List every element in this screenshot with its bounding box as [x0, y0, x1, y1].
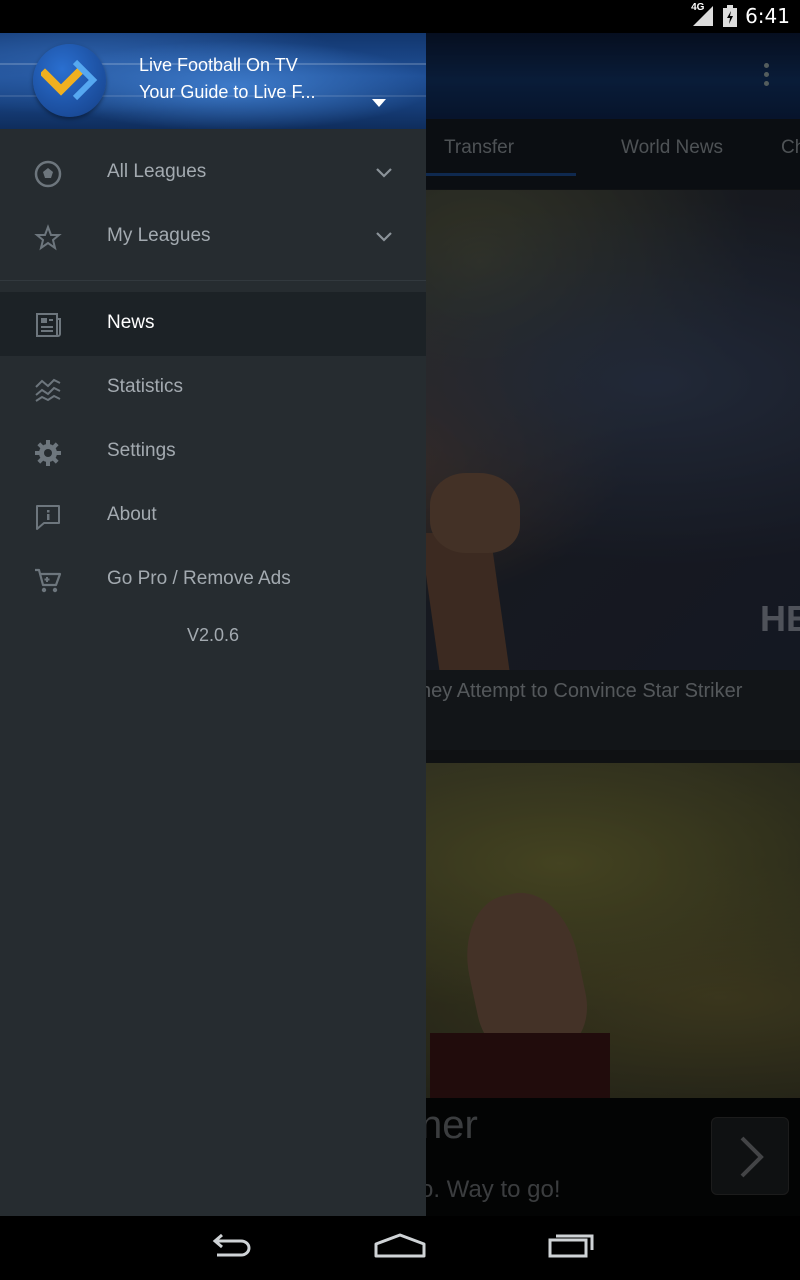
- drawer-item-label: My Leagues: [107, 225, 211, 246]
- app-name: Live Football On TV: [139, 55, 298, 75]
- back-icon: [212, 1233, 251, 1257]
- navigation-drawer: Live Football On TV Your Guide to Live F…: [0, 33, 426, 1216]
- drawer-item-label: Settings: [107, 440, 176, 461]
- back-button[interactable]: [200, 1228, 260, 1268]
- info-icon: [36, 505, 60, 530]
- recents-button[interactable]: [540, 1228, 600, 1268]
- drawer-item-news[interactable]: News: [0, 292, 426, 356]
- system-nav-bar: [0, 1216, 800, 1280]
- home-icon: [374, 1233, 426, 1258]
- drawer-item-label: Statistics: [107, 376, 184, 397]
- drawer-item-settings[interactable]: Settings: [0, 420, 426, 484]
- chevron-down-icon[interactable]: [374, 163, 394, 183]
- recents-icon: [548, 1234, 594, 1258]
- drawer-item-all-leagues[interactable]: All Leagues: [0, 141, 426, 205]
- drawer-item-go-pro[interactable]: Go Pro / Remove Ads: [0, 548, 426, 612]
- gear-icon: [35, 440, 61, 466]
- clock: 6:41: [745, 4, 790, 28]
- cart-icon: [35, 568, 62, 593]
- dropdown-arrow-icon[interactable]: [372, 99, 386, 107]
- divider: [0, 280, 426, 281]
- chevron-down-icon[interactable]: [374, 227, 394, 247]
- drawer-item-statistics[interactable]: Statistics: [0, 356, 426, 420]
- newspaper-icon: [36, 313, 61, 337]
- status-bar: 4G 6:41: [0, 0, 800, 33]
- drawer-item-label: Go Pro / Remove Ads: [107, 568, 291, 589]
- star-icon: [34, 224, 62, 251]
- drawer-item-about[interactable]: About: [0, 484, 426, 548]
- app-subtitle: Your Guide to Live F...: [139, 82, 316, 102]
- app-logo: [33, 44, 106, 117]
- drawer-item-label: About: [107, 504, 157, 525]
- drawer-item-my-leagues[interactable]: My Leagues: [0, 205, 426, 269]
- drawer-header[interactable]: Live Football On TV Your Guide to Live F…: [0, 33, 426, 129]
- home-button[interactable]: [370, 1228, 430, 1268]
- app-version: V2.0.6: [186, 625, 240, 645]
- statistics-icon: [35, 378, 61, 402]
- network-signal-icon: 4G: [691, 2, 715, 28]
- drawer-item-label: All Leagues: [107, 161, 207, 182]
- drawer-item-label: News: [107, 312, 155, 333]
- soccer-ball-icon: [34, 160, 62, 188]
- battery-icon: [723, 5, 738, 27]
